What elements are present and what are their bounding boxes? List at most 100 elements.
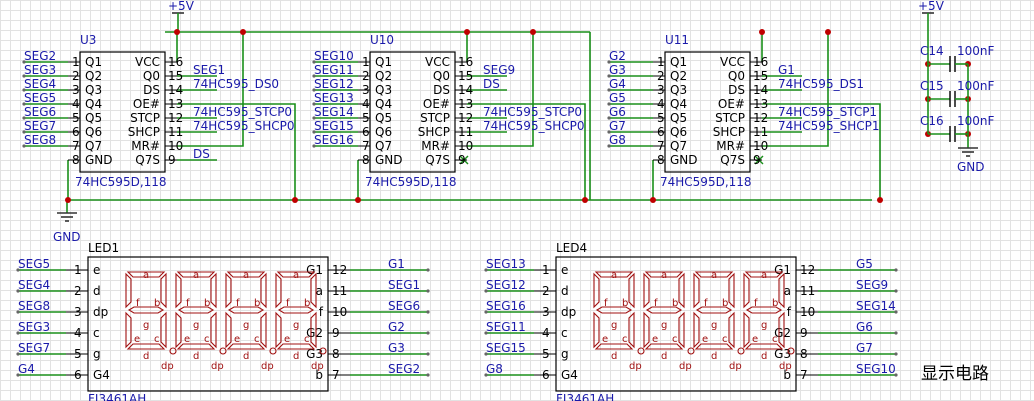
pin-number: 6 xyxy=(362,125,370,139)
pin-number: 4 xyxy=(74,326,82,340)
pin-number: 9 xyxy=(753,153,761,167)
segment-label: g xyxy=(711,320,717,331)
pin-name: MR# xyxy=(131,139,160,153)
segment-e xyxy=(275,311,282,349)
net-label: SEG6 xyxy=(388,299,420,313)
display-ref: LED4 xyxy=(556,241,587,255)
pin-number: 2 xyxy=(74,284,82,298)
junction-dot xyxy=(355,197,361,203)
junction-dot xyxy=(464,29,470,35)
pin-name: c xyxy=(93,326,100,340)
pin-number: 8 xyxy=(657,153,665,167)
pin-number: 1 xyxy=(362,55,370,69)
net-label: 74HC595_STCP0 xyxy=(193,105,292,119)
net-label: SEG10 xyxy=(856,362,896,376)
segment-label: a xyxy=(661,270,667,281)
pin-number: 13 xyxy=(458,97,473,111)
net-label: SEG13 xyxy=(486,257,526,271)
segment-e xyxy=(593,311,600,349)
wire-end xyxy=(894,352,898,356)
pin-number: 8 xyxy=(362,153,370,167)
wire-end xyxy=(426,268,430,272)
pin-number: 4 xyxy=(657,97,665,111)
pin-number: 16 xyxy=(168,55,183,69)
pin-name: MR# xyxy=(716,139,745,153)
junction-dot xyxy=(530,29,536,35)
pin-name: GND xyxy=(670,153,698,167)
segment-e xyxy=(125,311,132,349)
pin-name: Q7S xyxy=(425,153,450,167)
segment-dp xyxy=(169,347,177,355)
pin-number: 11 xyxy=(332,284,347,298)
pin-name: Q1 xyxy=(85,55,102,69)
net-label: G8 xyxy=(609,133,626,147)
segment-c xyxy=(260,311,267,349)
segment-label: c xyxy=(622,334,628,345)
segment-label: g xyxy=(611,320,617,331)
net-label: SEG14 xyxy=(856,299,896,313)
pin-name: a xyxy=(316,284,323,298)
segment-label: f xyxy=(286,298,290,309)
pin-name: Q3 xyxy=(670,83,687,97)
pin-name: DS xyxy=(433,83,450,97)
junction-dot xyxy=(650,197,656,203)
net-label: SEG16 xyxy=(486,299,526,313)
segment-label: g xyxy=(761,320,767,331)
pin-name: Q4 xyxy=(670,97,687,111)
pin-name: Q2 xyxy=(375,69,392,83)
seven-seg-digit: a f bge cd dp xyxy=(693,270,745,372)
pin-name: Q7 xyxy=(85,139,102,153)
pin-number: 5 xyxy=(74,347,82,361)
pin-number: 12 xyxy=(332,263,347,277)
net-label: 74HC595_DS0 xyxy=(193,77,279,91)
segment-c xyxy=(160,311,167,349)
segment-f xyxy=(225,272,232,309)
net-label: SEG11 xyxy=(486,320,526,334)
net-label: SEG12 xyxy=(486,278,526,292)
pin-number: 7 xyxy=(657,139,665,153)
net-label: SEG3 xyxy=(24,63,56,77)
segment-label: a xyxy=(193,270,199,281)
net-label: SEG16 xyxy=(314,133,354,147)
schematic-canvas[interactable]: U3 74HC595D,118 1 Q1 VCC 16 2 Q2 Q0 15 3 Q3 DS 14 4 Q4 O… xyxy=(0,0,1034,401)
pin-number: 7 xyxy=(332,368,340,382)
net-label: 74HC595_STCP0 xyxy=(483,105,582,119)
segment-b xyxy=(210,272,217,309)
pin-number: 2 xyxy=(542,284,550,298)
pin-name: f xyxy=(787,305,792,319)
pin-number: 4 xyxy=(72,97,80,111)
net-label: G3 xyxy=(388,341,405,355)
net-label: G3 xyxy=(609,63,626,77)
net-label: SEG2 xyxy=(388,362,420,376)
pin-number: 7 xyxy=(362,139,370,153)
net-label: SEG9 xyxy=(483,63,515,77)
junction-dot xyxy=(825,29,831,35)
pin-name: g xyxy=(561,347,569,361)
pin-name: Q4 xyxy=(85,97,102,111)
segment-dp xyxy=(687,347,695,355)
net-label: G2 xyxy=(609,49,626,63)
segment-c xyxy=(628,311,635,349)
pin-number: 1 xyxy=(72,55,80,69)
pin-number: 15 xyxy=(753,69,768,83)
net-label: 74HC595_DS1 xyxy=(778,77,864,91)
pin-number: 5 xyxy=(72,111,80,125)
net-label: SEG8 xyxy=(18,299,50,313)
segment-e xyxy=(643,311,650,349)
pin-number: 10 xyxy=(753,139,768,153)
segment-label: f xyxy=(186,298,190,309)
pin-number: 10 xyxy=(332,305,347,319)
segment-label: e xyxy=(284,334,290,345)
pin-number: 9 xyxy=(800,326,808,340)
segment-f xyxy=(593,272,600,309)
segment-label: dp xyxy=(629,361,642,372)
net-label: SEG6 xyxy=(24,105,56,119)
segment-label: e xyxy=(602,334,608,345)
pin-name: Q3 xyxy=(85,83,102,97)
pin-number: 9 xyxy=(168,153,176,167)
pin-number: 5 xyxy=(657,111,665,125)
segment-label: dp xyxy=(729,361,742,372)
segment-label: a xyxy=(761,270,767,281)
pin-number: 9 xyxy=(458,153,466,167)
segment-e xyxy=(225,311,232,349)
